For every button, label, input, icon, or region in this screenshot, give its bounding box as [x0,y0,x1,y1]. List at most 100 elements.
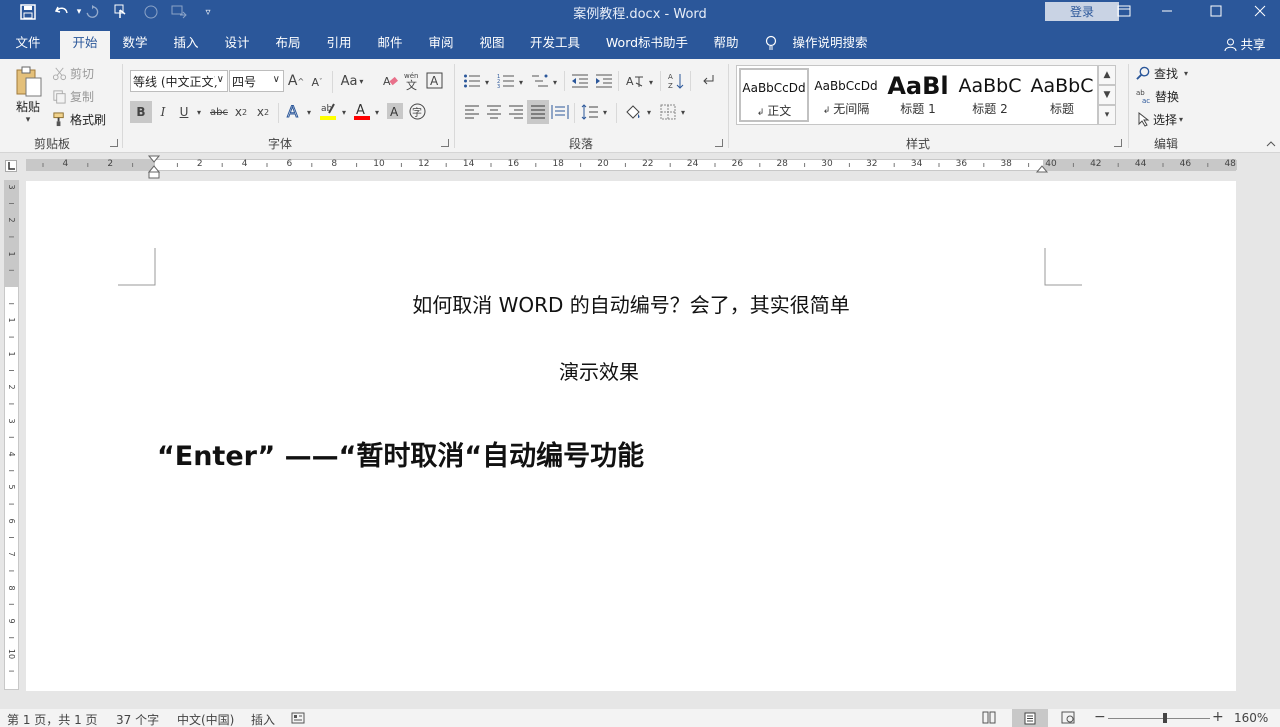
align-left-icon[interactable] [462,101,482,123]
tab-help[interactable]: 帮助 [704,31,748,59]
zoom-out-icon[interactable]: − [1094,709,1106,725]
clear-formatting-icon[interactable]: A [381,72,399,90]
share-button[interactable]: 共享 [1214,31,1276,59]
underline-icon[interactable]: U [176,101,192,123]
zoom-slider[interactable] [1108,718,1210,719]
enclosed-character-icon[interactable]: A [425,71,443,89]
style-normal[interactable]: AaBbCcDd ↲ 正文 [739,68,809,122]
multilevel-list-icon[interactable] [530,71,550,91]
decrease-indent-icon[interactable] [570,71,590,91]
document-paragraph-title[interactable]: 如何取消 WORD 的自动编号？会了，其实很简单 [26,289,1236,318]
increase-indent-icon[interactable] [594,71,614,91]
font-launcher-icon[interactable] [441,139,449,147]
paste-icon[interactable] [12,65,46,99]
italic-icon[interactable]: I [154,101,172,123]
chevron-down-icon[interactable]: ▾ [600,103,610,121]
ribbon-display-icon[interactable] [1101,0,1147,22]
gallery-more-icon[interactable]: ▾ [1098,105,1116,125]
read-mode-icon[interactable] [982,711,996,724]
chevron-down-icon[interactable]: ▾ [482,73,492,91]
show-marks-icon[interactable] [698,71,718,91]
clipboard-launcher-icon[interactable] [110,139,118,147]
tab-file[interactable]: 文件 [6,31,50,59]
font-color-icon[interactable]: A [352,100,372,122]
style-heading-2[interactable]: AaBbC 标题 2 [955,68,1025,122]
print-layout-icon[interactable] [1012,709,1048,727]
enclose-characters-icon[interactable]: 字 [408,101,426,121]
tab-references[interactable]: 引用 [316,31,362,59]
align-right-icon[interactable] [506,101,526,123]
horizontal-ruler[interactable]: 4 2 2 4 6 8 10 12 14 16 18 20 22 24 26 28 30 32 34 36 38 40 42… [0,153,1280,179]
touch-mode-icon[interactable] [110,0,132,24]
style-title[interactable]: AaBbC 标题 [1027,68,1097,122]
chevron-down-icon[interactable]: ▾ [644,103,654,121]
tab-mailings[interactable]: 邮件 [367,31,413,59]
justify-icon[interactable] [527,100,549,124]
tab-selector-icon[interactable] [5,160,17,172]
tab-home[interactable]: 开始 [60,31,110,59]
web-layout-icon[interactable] [1061,711,1075,724]
subscript-icon[interactable]: x2 [232,101,250,123]
status-page[interactable]: 第 1 页，共 1 页 [7,711,98,727]
zoom-slider-thumb[interactable] [1163,713,1167,723]
vertical-ruler[interactable]: 3 2 1 1 1 2 3 4 5 6 7 8 9 10 [4,180,19,690]
document-paragraph-subtitle[interactable]: 演示效果 [26,356,1172,385]
status-mode[interactable]: 插入 [251,711,275,727]
customize-toolbar-icon[interactable]: ▿ [200,0,216,24]
status-language[interactable]: 中文(中国) [177,711,234,727]
right-indent-marker-icon[interactable] [1036,165,1048,173]
chevron-down-icon[interactable]: ▾ [339,103,349,121]
indent-markers-icon[interactable] [148,155,160,179]
distributed-icon[interactable] [550,101,570,123]
chevron-down-icon[interactable]: ▾ [678,103,688,121]
redo-icon[interactable] [82,0,102,24]
paragraph-launcher-icon[interactable] [715,139,723,147]
chevron-down-icon[interactable]: ▾ [550,73,560,91]
tab-developer[interactable]: 开发工具 [522,31,588,59]
style-heading-1[interactable]: AaBl 标题 1 [883,68,953,122]
status-word-count[interactable]: 37 个字 [116,711,159,727]
character-shading-icon[interactable]: A [386,101,404,121]
chevron-down-icon[interactable]: ▾ [646,73,656,91]
change-case-button[interactable]: Aa ▾ [338,72,366,90]
close-icon[interactable] [1240,0,1280,22]
copy-button[interactable]: 复制 [52,87,94,105]
bullets-icon[interactable] [462,71,482,91]
macro-record-icon[interactable] [291,711,305,724]
chevron-down-icon[interactable]: ▾ [194,103,204,121]
superscript-icon[interactable]: x2 [254,101,272,123]
circle-icon[interactable] [140,0,162,24]
tab-layout[interactable]: 布局 [265,31,311,59]
zoom-in-icon[interactable]: + [1212,709,1224,725]
phonetic-guide-icon[interactable]: wén 文 [403,70,421,92]
paste-dropdown-icon[interactable]: ▾ [20,114,36,126]
minimize-icon[interactable] [1144,0,1190,22]
maximize-icon[interactable] [1193,0,1239,22]
forward-icon[interactable] [168,0,190,24]
cut-button[interactable]: 剪切 [52,64,94,82]
tab-math[interactable]: 数学 [112,31,158,59]
undo-icon[interactable] [48,0,76,24]
tab-bid-assistant[interactable]: Word标书助手 [597,31,697,59]
sort-icon[interactable]: AZ [666,71,686,91]
document-page[interactable]: 如何取消 WORD 的自动编号？会了，其实很简单 演示效果 “Enter” ——… [26,181,1236,691]
strikethrough-icon[interactable]: abc [208,101,230,123]
text-effects-icon[interactable]: A [284,100,304,122]
align-center-icon[interactable] [484,101,504,123]
asian-layout-icon[interactable]: A [624,71,646,91]
gallery-scroll-up-icon[interactable]: ▲ [1098,65,1116,85]
tab-view[interactable]: 视图 [469,31,515,59]
save-icon[interactable] [14,0,42,24]
bold-icon[interactable]: B [130,101,152,123]
tell-me-search[interactable]: 操作说明搜索 [790,31,870,59]
document-paragraph-heading[interactable]: “Enter” ——“暂时取消“自动编号功能 [157,434,644,473]
chevron-down-icon[interactable]: ▾ [304,103,314,121]
tab-insert[interactable]: 插入 [163,31,209,59]
tab-design[interactable]: 设计 [214,31,260,59]
zoom-level[interactable]: 160% [1234,711,1268,725]
highlight-icon[interactable]: ab [317,100,339,122]
styles-launcher-icon[interactable] [1114,139,1122,147]
chevron-down-icon[interactable]: ▾ [372,103,382,121]
line-spacing-icon[interactable] [580,101,600,123]
format-painter-button[interactable]: 格式刷 [52,110,106,128]
